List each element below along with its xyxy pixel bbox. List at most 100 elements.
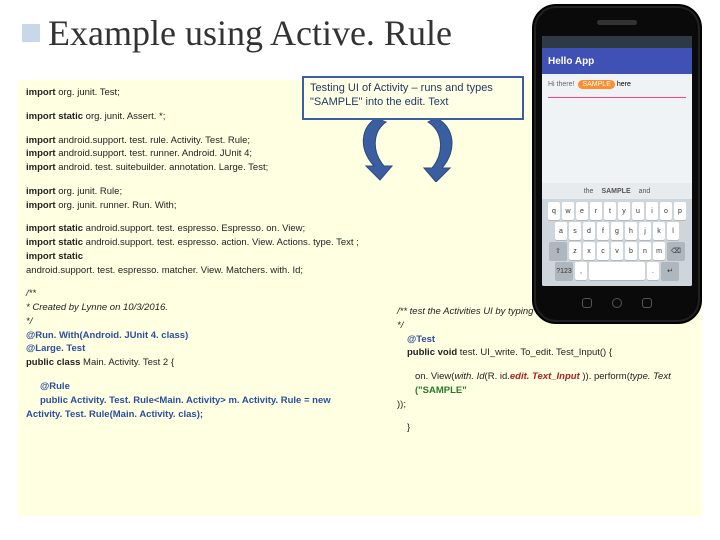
method-name: test. UI_write. To_edit. Test_Input() { bbox=[457, 347, 612, 358]
kw-import: import bbox=[26, 87, 56, 98]
nav-back-icon bbox=[582, 298, 592, 308]
annotation: @Run. With bbox=[26, 330, 80, 341]
phone-mockup: Hello App Hi there! SAMPLE here the SAMP… bbox=[532, 4, 702, 324]
accent-square bbox=[22, 24, 40, 42]
code-text: org. junit. runner. Run. With; bbox=[56, 200, 177, 211]
code-text: android.support. test. espresso. action.… bbox=[83, 237, 359, 248]
key-⌫: ⌫ bbox=[667, 242, 685, 260]
key-a: a bbox=[555, 222, 567, 240]
nav-home-icon bbox=[612, 298, 622, 308]
key-t: t bbox=[604, 202, 616, 220]
kw-import-static: import static bbox=[26, 111, 83, 122]
call-perform: )). perform( bbox=[580, 371, 630, 382]
slide: Example using Active. Rule Testing UI of… bbox=[0, 0, 720, 540]
key-o: o bbox=[660, 202, 672, 220]
call-rid: (R. id. bbox=[485, 371, 510, 382]
edittext-underline bbox=[548, 97, 686, 98]
call-tail: )); bbox=[397, 398, 702, 412]
nav-recent-icon bbox=[642, 298, 652, 308]
rule-type: Activity. Test. Rule<Main. Activity> bbox=[68, 395, 226, 406]
phone-statusbar bbox=[542, 36, 692, 48]
sample-pill: SAMPLE bbox=[578, 80, 614, 89]
brace-close: } bbox=[397, 421, 702, 435]
key-y: y bbox=[618, 202, 630, 220]
key-dot: . bbox=[647, 262, 659, 280]
class-name: Main. Activity. Test 2 { bbox=[80, 357, 174, 368]
suggest-3: and bbox=[639, 188, 651, 195]
phone-keyboard: qwertyuiop asdfghjkl ⇧zxcvbnm⌫ ?123 , . … bbox=[542, 199, 692, 286]
phone-nav-icons bbox=[582, 296, 652, 310]
kw-import: import bbox=[26, 135, 56, 146]
slide-title: Example using Active. Rule bbox=[48, 12, 452, 54]
keyboard-suggest: the SAMPLE and bbox=[542, 183, 692, 199]
app-title: Hello App bbox=[548, 56, 594, 67]
kw-import: import bbox=[26, 162, 56, 173]
callout-arrow-icon bbox=[356, 118, 466, 182]
hello-text: Hi there! bbox=[548, 81, 574, 88]
code-right-column: /** test the Activities UI by typing int… bbox=[397, 305, 702, 435]
phone-appbar: Hello App bbox=[542, 48, 692, 74]
key-v: v bbox=[611, 242, 623, 260]
call-typetext: type. Text bbox=[630, 371, 671, 382]
key-comma: , bbox=[575, 262, 587, 280]
kw-import-static: import static bbox=[26, 237, 83, 248]
key-symbols: ?123 bbox=[555, 262, 573, 280]
kw-new: new bbox=[312, 395, 330, 406]
code-text: android. test. suitebuilder. annotation.… bbox=[56, 162, 269, 173]
key-k: k bbox=[653, 222, 665, 240]
phone-screen: Hello App Hi there! SAMPLE here the SAMP… bbox=[542, 36, 692, 286]
key-b: b bbox=[625, 242, 637, 260]
key-x: x bbox=[583, 242, 595, 260]
kw-public: public bbox=[40, 395, 68, 406]
code-text: org. junit. Test; bbox=[56, 87, 120, 98]
string-sample: ("SAMPLE" bbox=[415, 385, 467, 396]
key-⇧: ⇧ bbox=[549, 242, 567, 260]
rule-var: m. Activity. Rule = bbox=[226, 395, 312, 406]
key-z: z bbox=[569, 242, 581, 260]
key-p: p bbox=[674, 202, 686, 220]
code-text: android.support. test. espresso. Espress… bbox=[83, 223, 305, 234]
kw-import: import bbox=[26, 200, 56, 211]
key-m: m bbox=[653, 242, 665, 260]
keyboard-row-1: qwertyuiop bbox=[544, 202, 690, 220]
here-text: here bbox=[617, 81, 631, 88]
key-c: c bbox=[597, 242, 609, 260]
suggest-2: SAMPLE bbox=[601, 188, 630, 195]
suggest-1: the bbox=[584, 188, 594, 195]
code-text: android.support. test. espresso. matcher… bbox=[26, 265, 303, 276]
code-text: android.support. test. rule. Activity. T… bbox=[56, 135, 251, 146]
keyboard-row-4: ?123 , . ↵ bbox=[544, 262, 690, 280]
key-g: g bbox=[611, 222, 623, 240]
kw-method: public void bbox=[407, 347, 457, 358]
key-j: j bbox=[639, 222, 651, 240]
key-i: i bbox=[646, 202, 658, 220]
annotation-test: @Test bbox=[397, 333, 702, 347]
key-space bbox=[589, 262, 645, 280]
kw-class: public class bbox=[26, 357, 80, 368]
code-text: org. junit. Assert. *; bbox=[83, 111, 165, 122]
kw-import-static: import static bbox=[26, 223, 83, 234]
kw-import: import bbox=[26, 148, 56, 159]
code-text: org. junit. Rule; bbox=[56, 186, 123, 197]
call-onview: on. View( bbox=[415, 371, 454, 382]
kw-import-static: import static bbox=[26, 251, 83, 262]
phone-earpiece bbox=[597, 20, 637, 25]
keyboard-row-3: ⇧zxcvbnm⌫ bbox=[544, 242, 690, 260]
call-withid: with. Id bbox=[454, 371, 484, 382]
key-r: r bbox=[590, 202, 602, 220]
keyboard-row-2: asdfghjkl bbox=[544, 222, 690, 240]
phone-content: Hi there! SAMPLE here bbox=[542, 74, 692, 95]
key-n: n bbox=[639, 242, 651, 260]
key-e: e bbox=[576, 202, 588, 220]
edit-text-wrap: SAMPLE here bbox=[578, 80, 630, 89]
code-text: android.support. test. runner. Android. … bbox=[56, 148, 252, 159]
annotation-param: (Android. JUnit 4. class) bbox=[80, 330, 189, 341]
key-f: f bbox=[597, 222, 609, 240]
kw-import: import bbox=[26, 186, 56, 197]
key-h: h bbox=[625, 222, 637, 240]
key-enter: ↵ bbox=[661, 262, 679, 280]
key-w: w bbox=[562, 202, 574, 220]
key-s: s bbox=[569, 222, 581, 240]
callout-box: Testing UI of Activity – runs and types … bbox=[302, 76, 524, 120]
key-q: q bbox=[548, 202, 560, 220]
